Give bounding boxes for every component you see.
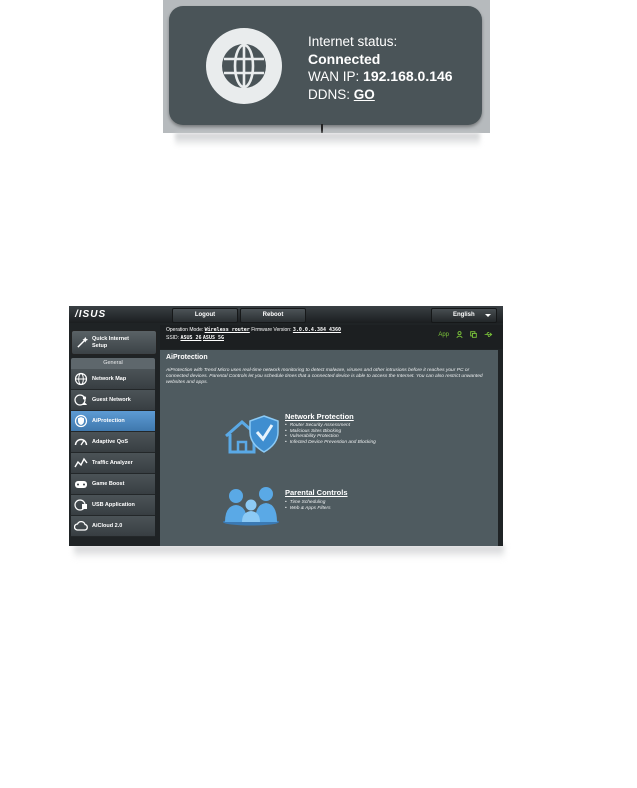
internet-status-panel: Internet status: Connected WAN IP: 192.1… <box>163 0 490 133</box>
sidebar-item-guest-network[interactable]: Guest Network <box>71 390 155 411</box>
sidebar-item-label: Adaptive QoS <box>92 439 129 445</box>
internet-status-value: Connected <box>308 50 381 67</box>
sidebar-item-label: Traffic Analyzer <box>92 460 133 466</box>
mode-label: Operation Mode: <box>166 327 204 333</box>
internet-status-label: Internet status: <box>308 34 398 49</box>
list-item: Web & Apps Filters <box>285 506 331 512</box>
guest-network-icon <box>74 394 87 406</box>
network-protection-features: Router Security Assessment Malicious Sit… <box>285 423 376 445</box>
chevron-down-icon <box>485 314 491 317</box>
ssid-line: SSID: ASUS_26 ASUS_5G <box>166 335 224 341</box>
aiprotection-content: AiProtection AiProtection with Trend Mic… <box>160 350 498 546</box>
sidebar-item-label: AiCloud 2.0 <box>92 523 123 529</box>
language-value: English <box>453 312 475 318</box>
sidebar-item-aicloud[interactable]: AiCloud 2.0 <box>71 516 155 537</box>
user-icon[interactable] <box>456 331 463 338</box>
list-item: Time Scheduling <box>285 500 330 506</box>
ssid-label: SSID: <box>166 335 180 341</box>
sidebar-item-game-boost[interactable]: Game Boost <box>71 474 155 495</box>
firmware-link[interactable]: 3.0.0.4.384_4360 <box>293 327 341 333</box>
usb-application-icon <box>74 499 87 511</box>
traffic-analyzer-icon <box>74 457 88 468</box>
router-web-ui: /ISUS Logout Reboot English Operation Mo… <box>69 306 503 546</box>
parental-controls-link[interactable]: Parental Controls <box>285 488 348 497</box>
aiprotection-icon <box>74 414 88 428</box>
sidebar-item-traffic-analyzer[interactable]: Traffic Analyzer <box>71 453 155 474</box>
internet-status-card: Internet status: Connected WAN IP: 192.1… <box>169 6 482 125</box>
ssid-5g[interactable]: ASUS_5G <box>203 335 224 341</box>
game-boost-icon <box>75 481 87 488</box>
info-bar: Operation Mode: Wireless router Firmware… <box>160 325 503 349</box>
sidebar-item-network-map[interactable]: Network Map <box>71 369 155 390</box>
magic-wand-icon <box>77 336 89 348</box>
status-icons: App <box>438 331 493 338</box>
firmware-label: Firmware Version: <box>251 327 292 333</box>
ddns-go-link[interactable]: GO <box>354 87 375 102</box>
status-text-block: Internet status: Connected WAN IP: 192.1… <box>308 33 453 103</box>
list-item: Infected Device Prevention and Blocking <box>285 440 376 446</box>
parental-controls-family-icon[interactable] <box>222 484 280 526</box>
sidebar-item-label: Guest Network <box>92 397 131 403</box>
ssid-24g[interactable]: ASUS_26 <box>180 335 201 341</box>
page-description: AiProtection with Trend Micro uses real-… <box>166 368 483 385</box>
aicloud-icon <box>74 520 88 531</box>
wan-ip-value: 192.168.0.146 <box>363 68 453 84</box>
sidebar-item-usb-application[interactable]: USB Application <box>71 495 155 516</box>
quick-internet-setup-button[interactable]: Quick Internet Setup <box>71 330 157 355</box>
sidebar-item-label: AiProtection <box>92 418 125 424</box>
qis-label-line1: Quick Internet <box>92 336 129 342</box>
brand-logo: /ISUS <box>75 309 107 320</box>
sidebar-item-label: Game Boost <box>92 481 125 487</box>
sidebar: Quick Internet Setup General Network Map… <box>71 327 157 546</box>
adaptive-qos-icon <box>74 438 88 446</box>
ddns-label: DDNS: <box>308 86 351 102</box>
page-title: AiProtection <box>166 354 208 361</box>
ui-shadow <box>74 545 504 559</box>
reboot-button[interactable]: Reboot <box>240 308 306 323</box>
globe-icon <box>206 28 282 104</box>
mode-firmware-line: Operation Mode: Wireless router Firmware… <box>166 327 341 333</box>
parental-controls-features: Time Scheduling Web & Apps Filters <box>285 500 331 512</box>
sidebar-item-aiprotection[interactable]: AiProtection <box>71 411 155 432</box>
logout-button[interactable]: Logout <box>172 308 238 323</box>
popup-pointer <box>321 124 323 133</box>
sidebar-item-label: Network Map <box>92 376 127 382</box>
app-link[interactable]: App <box>438 332 449 338</box>
top-bar: /ISUS Logout Reboot English <box>69 306 503 323</box>
language-select[interactable]: English <box>431 308 497 323</box>
mode-link[interactable]: Wireless router <box>205 327 250 333</box>
sidebar-section-general: General <box>71 358 155 369</box>
usb-icon[interactable] <box>484 331 493 338</box>
wan-ip-label: WAN IP: <box>308 69 360 84</box>
qis-label-line2: Setup <box>92 343 108 349</box>
wan-ip-row: WAN IP: 192.168.0.146 <box>308 68 453 86</box>
copy-icon[interactable] <box>470 331 477 338</box>
ddns-row: DDNS: GO <box>308 86 453 104</box>
sidebar-item-label: USB Application <box>92 502 135 508</box>
house-shield-icon[interactable] <box>222 412 280 456</box>
network-protection-link[interactable]: Network Protection <box>285 412 354 421</box>
popup-shadow <box>175 133 480 147</box>
sidebar-item-adaptive-qos[interactable]: Adaptive QoS <box>71 432 155 453</box>
network-map-icon <box>74 372 88 386</box>
